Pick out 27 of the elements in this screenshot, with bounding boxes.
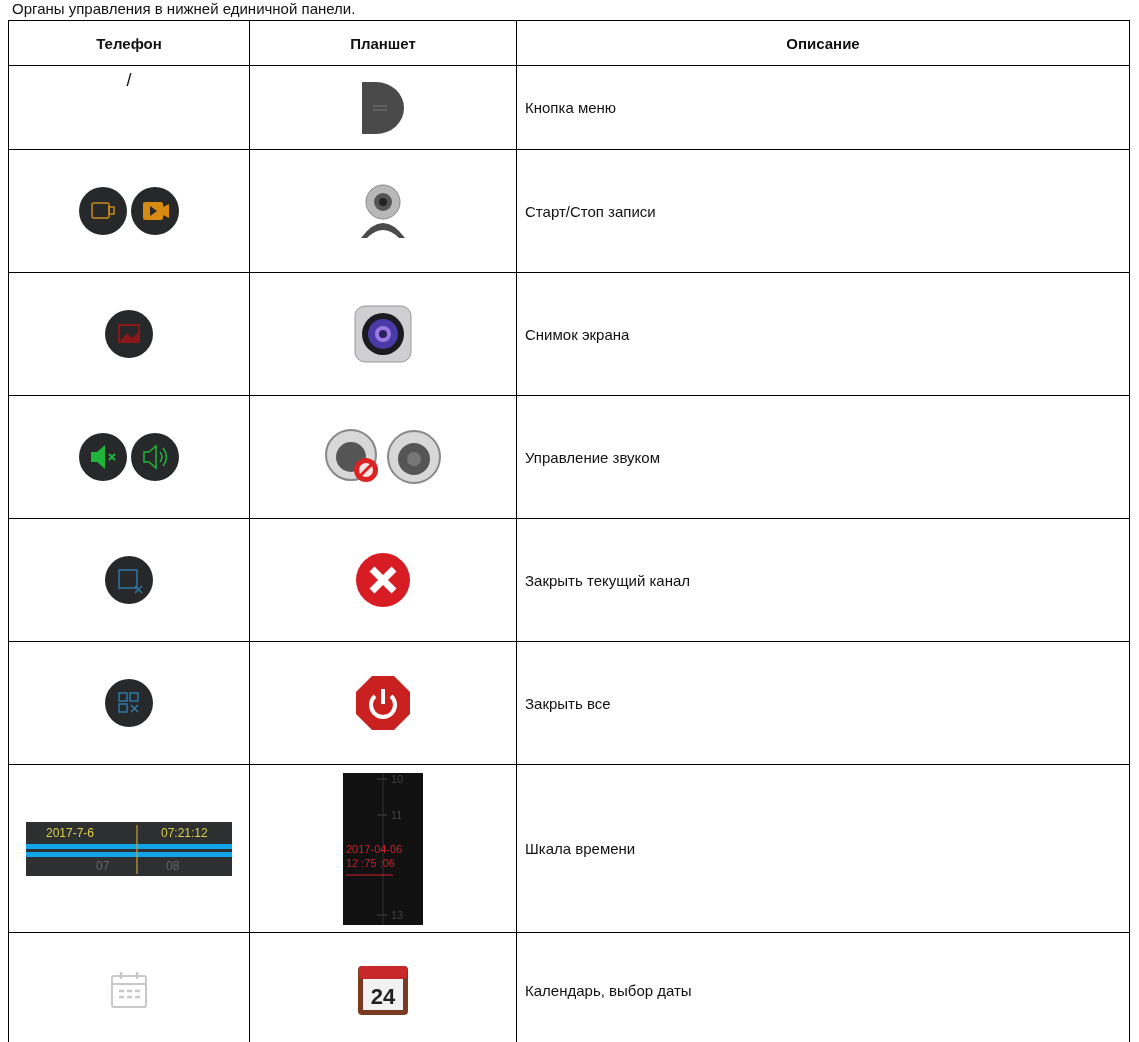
- speaker-muted-icon: [78, 433, 127, 481]
- calendar-icon: [109, 970, 149, 1010]
- intro-text: Органы управления в нижней единичной панели.: [11, 0, 356, 18]
- camera-lens-icon: [354, 305, 412, 363]
- speaker-icon: [131, 433, 180, 481]
- calendar-icon: 24: [357, 964, 409, 1016]
- video-camera-icon: [131, 187, 180, 235]
- description-cell: Шкала времени: [516, 764, 1130, 933]
- speaker-icon: [386, 428, 443, 486]
- description-cell: Снимок экрана: [516, 272, 1130, 396]
- window-close-icon: [105, 556, 153, 604]
- picture-icon: [105, 310, 153, 358]
- camera-outline-icon: [78, 187, 127, 235]
- timeline-drawing: 2017-7-6 07:21:12 07 08: [26, 821, 232, 876]
- column-header: Описание: [516, 20, 1130, 66]
- grid-close-icon: [105, 679, 153, 727]
- description-cell: Кнопка меню: [516, 65, 1130, 150]
- close-icon: [354, 551, 412, 609]
- description-cell: Управление звуком: [516, 395, 1130, 519]
- description-cell: Закрыть текущий канал: [516, 518, 1130, 642]
- menu-tab-icon: [362, 81, 404, 134]
- column-header: Планшет: [249, 20, 517, 66]
- description-cell: Закрыть все: [516, 641, 1130, 765]
- slash-text: /: [126, 70, 132, 90]
- column-header: Телефон: [8, 20, 250, 66]
- description-cell: Старт/Стоп записи: [516, 149, 1130, 273]
- power-icon: [355, 675, 411, 731]
